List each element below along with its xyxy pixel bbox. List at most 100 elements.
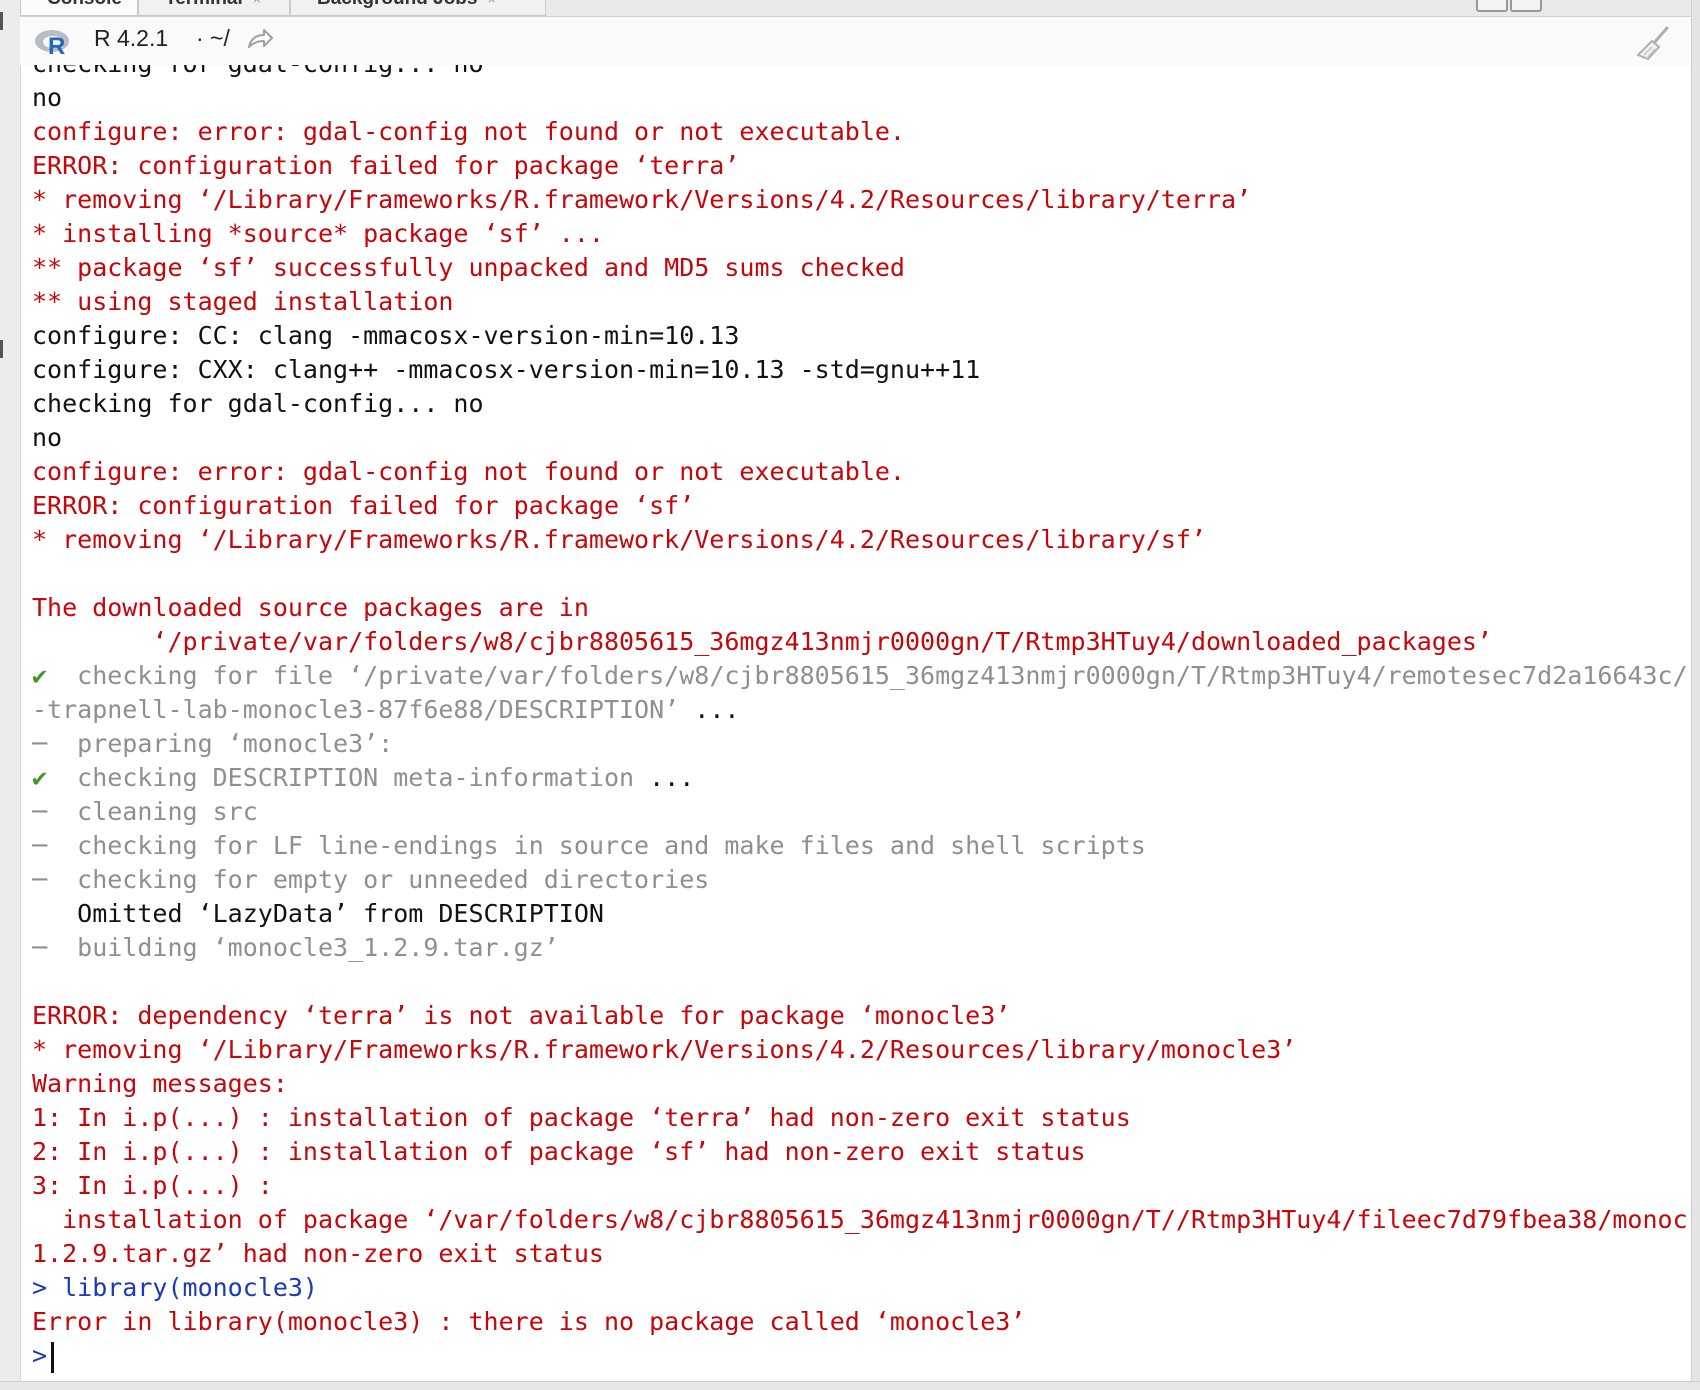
console-line-text: configure: error: gdal-config not found … — [32, 117, 905, 146]
console-line: ✔ checking DESCRIPTION meta-information … — [32, 761, 1686, 795]
tab-terminal[interactable]: Terminal × — [138, 0, 290, 16]
console-lines: checking for gdal-config... no no configur… — [32, 65, 1686, 1339]
console-line-text: ERROR: dependency ‘terra’ is not availab… — [32, 1001, 1011, 1030]
r-version-label: R 4.2.1 — [94, 25, 169, 51]
console-line: ✔ checking for file ‘/private/var/folder… — [32, 659, 1686, 693]
console-line-text: 1: In i.p(...) : installation of package… — [32, 1103, 1131, 1132]
console-line: > library(monocle3) — [32, 1271, 1686, 1305]
console-line: configure: error: gdal-config not found … — [32, 455, 1686, 489]
console-line-text: checking for file ‘/private/var/folders/… — [47, 661, 1686, 690]
console-line: -trapnell-lab-monocle3-87f6e88/DESCRIPTI… — [32, 693, 1686, 727]
maximize-pane-icon[interactable] — [1510, 0, 1542, 12]
console-line: ERROR: dependency ‘terra’ is not availab… — [32, 999, 1686, 1033]
console-line: ERROR: configuration failed for package … — [32, 489, 1686, 523]
console-line-tail: ... — [679, 695, 740, 724]
console-prompt: > — [32, 1341, 48, 1370]
console-line: The downloaded source packages are in — [32, 591, 1686, 625]
right-pane-edge — [1691, 0, 1700, 1390]
console-line: Error in library(monocle3) : there is no… — [32, 1305, 1686, 1339]
console-line: Omitted ‘LazyData’ from DESCRIPTION — [32, 897, 1686, 931]
console-line: ** package ‘sf’ successfully unpacked an… — [32, 251, 1686, 285]
console-line-text: > library(monocle3) — [32, 1273, 318, 1302]
svg-text:R: R — [48, 33, 65, 57]
console-line-text: ─ cleaning src — [32, 797, 258, 826]
console-line-text: Error in library(monocle3) : there is no… — [32, 1307, 1026, 1336]
console-line-text: checking for gdal-config... no — [32, 389, 484, 418]
console-line-text: -trapnell-lab-monocle3-87f6e88/DESCRIPTI… — [32, 695, 680, 724]
console-input-line[interactable]: > — [32, 1339, 1686, 1373]
broom-icon[interactable] — [1634, 25, 1672, 61]
console-line-text: ─ building ‘monocle3_1.2.9.tar.gz’ — [32, 933, 559, 962]
share-arrow-icon[interactable] — [246, 27, 274, 51]
console-line: 1: In i.p(...) : installation of package… — [32, 1101, 1686, 1135]
console-line-text: ** using staged installation — [32, 287, 454, 316]
pane-tab-bar: Console Terminal × Background Jobs × — [20, 0, 1692, 17]
console-line: 3: In i.p(...) : — [32, 1169, 1686, 1203]
console-toolbar: R R 4.2.1 · ~/ — [20, 17, 1692, 65]
console-line-text: 3: In i.p(...) : — [32, 1171, 273, 1200]
console-line-text: ─ checking for empty or unneeded directo… — [32, 865, 710, 894]
tab-label: Background Jobs — [317, 0, 477, 9]
text-cursor — [51, 1341, 55, 1373]
working-directory-label[interactable]: · ~/ — [196, 25, 230, 52]
console-line-text: checking for gdal-config... no — [32, 65, 484, 78]
bottom-pane-edge — [0, 1381, 1700, 1390]
tab-background-jobs[interactable]: Background Jobs × — [290, 0, 546, 16]
console-line-text: 1.2.9.tar.gz’ had non-zero exit status — [32, 1239, 604, 1268]
tab-console[interactable]: Console — [20, 0, 138, 16]
console-line-text: ERROR: configuration failed for package … — [32, 491, 695, 520]
console-line: checking for gdal-config... no — [32, 65, 1686, 81]
console-line: * removing ‘/Library/Frameworks/R.framew… — [32, 183, 1686, 217]
console-line: * installing *source* package ‘sf’ ... — [32, 217, 1686, 251]
console-line: ─ preparing ‘monocle3’: — [32, 727, 1686, 761]
console-line-text: no — [32, 83, 63, 112]
console-line-text: configure: CXX: clang++ -mmacosx-version… — [32, 355, 981, 384]
console-line: configure: error: gdal-config not found … — [32, 115, 1686, 149]
console-line: no — [32, 81, 1686, 115]
console-line: * removing ‘/Library/Frameworks/R.framew… — [32, 523, 1686, 557]
console-line-text: 2: In i.p(...) : installation of package… — [32, 1137, 1086, 1166]
console-line: ‘/private/var/folders/w8/cjbr8805615_36m… — [32, 625, 1686, 659]
left-pane-edge — [0, 0, 21, 1390]
console-line-text: configure: error: gdal-config not found … — [32, 457, 905, 486]
console-line: Warning messages: — [32, 1067, 1686, 1101]
console-line-text: * removing ‘/Library/Frameworks/R.framew… — [32, 185, 1252, 214]
console-line: ─ building ‘monocle3_1.2.9.tar.gz’ — [32, 931, 1686, 965]
console-line-text: ‘/private/var/folders/w8/cjbr8805615_36m… — [32, 627, 1492, 656]
console-line: ─ cleaning src — [32, 795, 1686, 829]
console-line-text: Omitted ‘LazyData’ from DESCRIPTION — [32, 899, 604, 928]
console-line-text: configure: CC: clang -mmacosx-version-mi… — [32, 321, 740, 350]
console-line-text: no — [32, 423, 63, 452]
console-line-text: checking DESCRIPTION meta-information — [47, 763, 635, 792]
checkmark-icon: ✔ — [32, 763, 48, 792]
pane-edge-marker — [0, 12, 3, 30]
console-line-text: * removing ‘/Library/Frameworks/R.framew… — [32, 1035, 1297, 1064]
console-line: ERROR: configuration failed for package … — [32, 149, 1686, 183]
close-icon[interactable]: × — [253, 0, 261, 6]
console-line-text: ERROR: configuration failed for package … — [32, 151, 740, 180]
console-line: 1.2.9.tar.gz’ had non-zero exit status — [32, 1237, 1686, 1271]
console-line-text: The downloaded source packages are in — [32, 593, 589, 622]
console-line: installation of package ‘/var/folders/w8… — [32, 1203, 1686, 1237]
tab-label: Terminal — [165, 0, 243, 9]
console-line: 2: In i.p(...) : installation of package… — [32, 1135, 1686, 1169]
console-line-text: * installing *source* package ‘sf’ ... — [32, 219, 604, 248]
checkmark-icon: ✔ — [32, 661, 48, 690]
console-line-text: ─ preparing ‘monocle3’: — [32, 729, 394, 758]
minimize-pane-icon[interactable] — [1476, 0, 1508, 12]
console-line: no — [32, 421, 1686, 455]
console-line-text: * removing ‘/Library/Frameworks/R.framew… — [32, 525, 1206, 554]
console-line: checking for gdal-config... no — [32, 387, 1686, 421]
console-line-text: Warning messages: — [32, 1069, 288, 1098]
console-line: ─ checking for empty or unneeded directo… — [32, 863, 1686, 897]
console-line-tail: ... — [634, 763, 695, 792]
close-icon[interactable]: × — [487, 0, 495, 6]
pane-edge-marker — [0, 340, 3, 358]
console-line: * removing ‘/Library/Frameworks/R.framew… — [32, 1033, 1686, 1067]
console-line: ─ checking for LF line-endings in source… — [32, 829, 1686, 863]
console-line: ** using staged installation — [32, 285, 1686, 319]
console-line: configure: CXX: clang++ -mmacosx-version… — [32, 353, 1686, 387]
console-output[interactable]: checking for gdal-config... no no configur… — [32, 65, 1686, 1375]
